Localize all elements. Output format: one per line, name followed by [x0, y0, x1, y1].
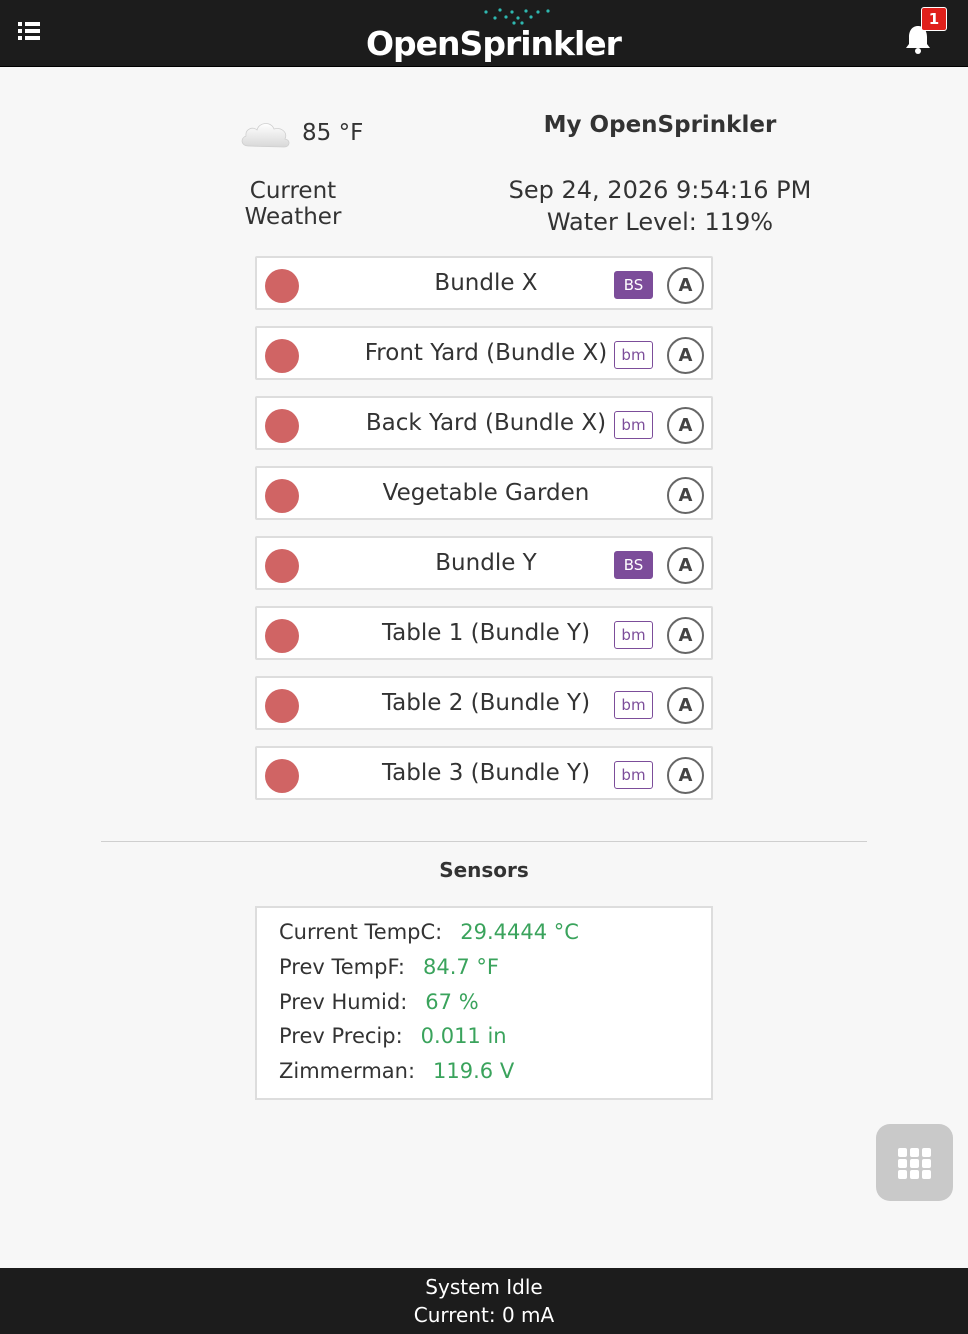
bundle-member-tag: bm — [614, 341, 653, 369]
auto-mode-button[interactable]: A — [667, 547, 704, 584]
station-status-indicator — [265, 689, 299, 723]
section-divider — [101, 841, 867, 842]
sensor-value: 67 % — [425, 990, 479, 1014]
auto-mode-button[interactable]: A — [667, 267, 704, 304]
station-card[interactable]: Bundle Y BS A — [255, 536, 713, 590]
sensor-row: Prev Precip: 0.011 in — [279, 1024, 507, 1048]
station-status-indicator — [265, 479, 299, 513]
bundle-member-tag: bm — [614, 691, 653, 719]
bundle-member-tag: bm — [614, 621, 653, 649]
sensor-row: Current TempC: 29.4444 °C — [279, 920, 579, 944]
sensor-label: Prev Precip: — [279, 1024, 403, 1048]
auto-mode-button[interactable]: A — [667, 477, 704, 514]
sensors-panel: Current TempC: 29.4444 °C Prev TempF: 84.7… — [255, 906, 713, 1100]
station-name: Back Yard (Bundle X) — [365, 410, 607, 436]
device-name: My OpenSprinkler — [543, 112, 777, 138]
device-datetime: Sep 24, 2026 9:54:16 PM — [508, 176, 812, 204]
station-status-indicator — [265, 759, 299, 793]
sensor-row: Zimmerman: 119.6 V — [279, 1059, 514, 1083]
weather-widget[interactable]: 85 °F Current Weather — [198, 110, 388, 230]
sensor-row: Prev TempF: 84.7 °F — [279, 955, 499, 979]
top-bar: OpenSprinkler 1 — [0, 0, 968, 67]
auto-mode-button[interactable]: A — [667, 757, 704, 794]
bundle-member-tag: bm — [614, 761, 653, 789]
water-level: Water Level: 119% — [546, 208, 774, 236]
bundle-member-tag: bm — [614, 411, 653, 439]
current-draw: Current: 0 mA — [413, 1303, 555, 1327]
status-footer: System Idle Current: 0 mA — [0, 1268, 968, 1334]
bundle-start-tag: BS — [614, 551, 653, 579]
station-name: Front Yard (Bundle X) — [364, 340, 608, 366]
bundle-start-tag: BS — [614, 271, 653, 299]
station-status-indicator — [265, 339, 299, 373]
station-name: Table 3 (Bundle Y) — [381, 760, 591, 786]
station-name: Table 2 (Bundle Y) — [381, 690, 591, 716]
notification-badge[interactable]: 1 — [921, 7, 947, 31]
auto-mode-button[interactable]: A — [667, 617, 704, 654]
sensors-title: Sensors — [439, 858, 529, 882]
weather-label: Current Weather — [244, 178, 342, 230]
weather-temperature: 85 °F — [302, 120, 364, 146]
menu-icon[interactable] — [14, 18, 44, 44]
device-info: My OpenSprinkler Sep 24, 2026 9:54:16 PM… — [500, 112, 820, 238]
station-card[interactable]: Table 2 (Bundle Y) bm A — [255, 676, 713, 730]
sensor-value: 119.6 V — [433, 1059, 515, 1083]
sensor-value: 0.011 in — [420, 1024, 507, 1048]
sensor-row: Prev Humid: 67 % — [279, 990, 479, 1014]
station-name: Vegetable Garden — [382, 480, 590, 506]
sensor-value: 29.4444 °C — [460, 920, 579, 944]
auto-mode-button[interactable]: A — [667, 337, 704, 374]
system-status: System Idle — [425, 1275, 543, 1299]
logo-text: OpenSprinkler — [366, 24, 622, 63]
station-card[interactable]: Vegetable Garden A — [255, 466, 713, 520]
sensor-label: Prev TempF: — [279, 955, 405, 979]
auto-mode-button[interactable]: A — [667, 407, 704, 444]
station-card[interactable]: Table 1 (Bundle Y) bm A — [255, 606, 713, 660]
station-status-indicator — [265, 409, 299, 443]
station-card[interactable]: Back Yard (Bundle X) bm A — [255, 396, 713, 450]
sensor-label: Current TempC: — [279, 920, 443, 944]
station-name: Table 1 (Bundle Y) — [381, 620, 591, 646]
station-name: Bundle Y — [435, 550, 537, 576]
station-status-indicator — [265, 619, 299, 653]
station-list: Bundle X BS A Front Yard (Bundle X) bm A… — [255, 256, 713, 816]
station-status-indicator — [265, 269, 299, 303]
auto-mode-button[interactable]: A — [667, 687, 704, 724]
sensor-label: Zimmerman: — [279, 1059, 416, 1083]
sensor-value: 84.7 °F — [422, 955, 499, 979]
keypad-icon[interactable] — [876, 1124, 953, 1201]
cloud-icon — [241, 123, 290, 148]
app-logo: OpenSprinkler — [366, 8, 622, 64]
sensor-label: Prev Humid: — [279, 990, 408, 1014]
station-card[interactable]: Table 3 (Bundle Y) bm A — [255, 746, 713, 800]
station-status-indicator — [265, 549, 299, 583]
station-card[interactable]: Bundle X BS A — [255, 256, 713, 310]
station-card[interactable]: Front Yard (Bundle X) bm A — [255, 326, 713, 380]
station-name: Bundle X — [434, 270, 538, 296]
